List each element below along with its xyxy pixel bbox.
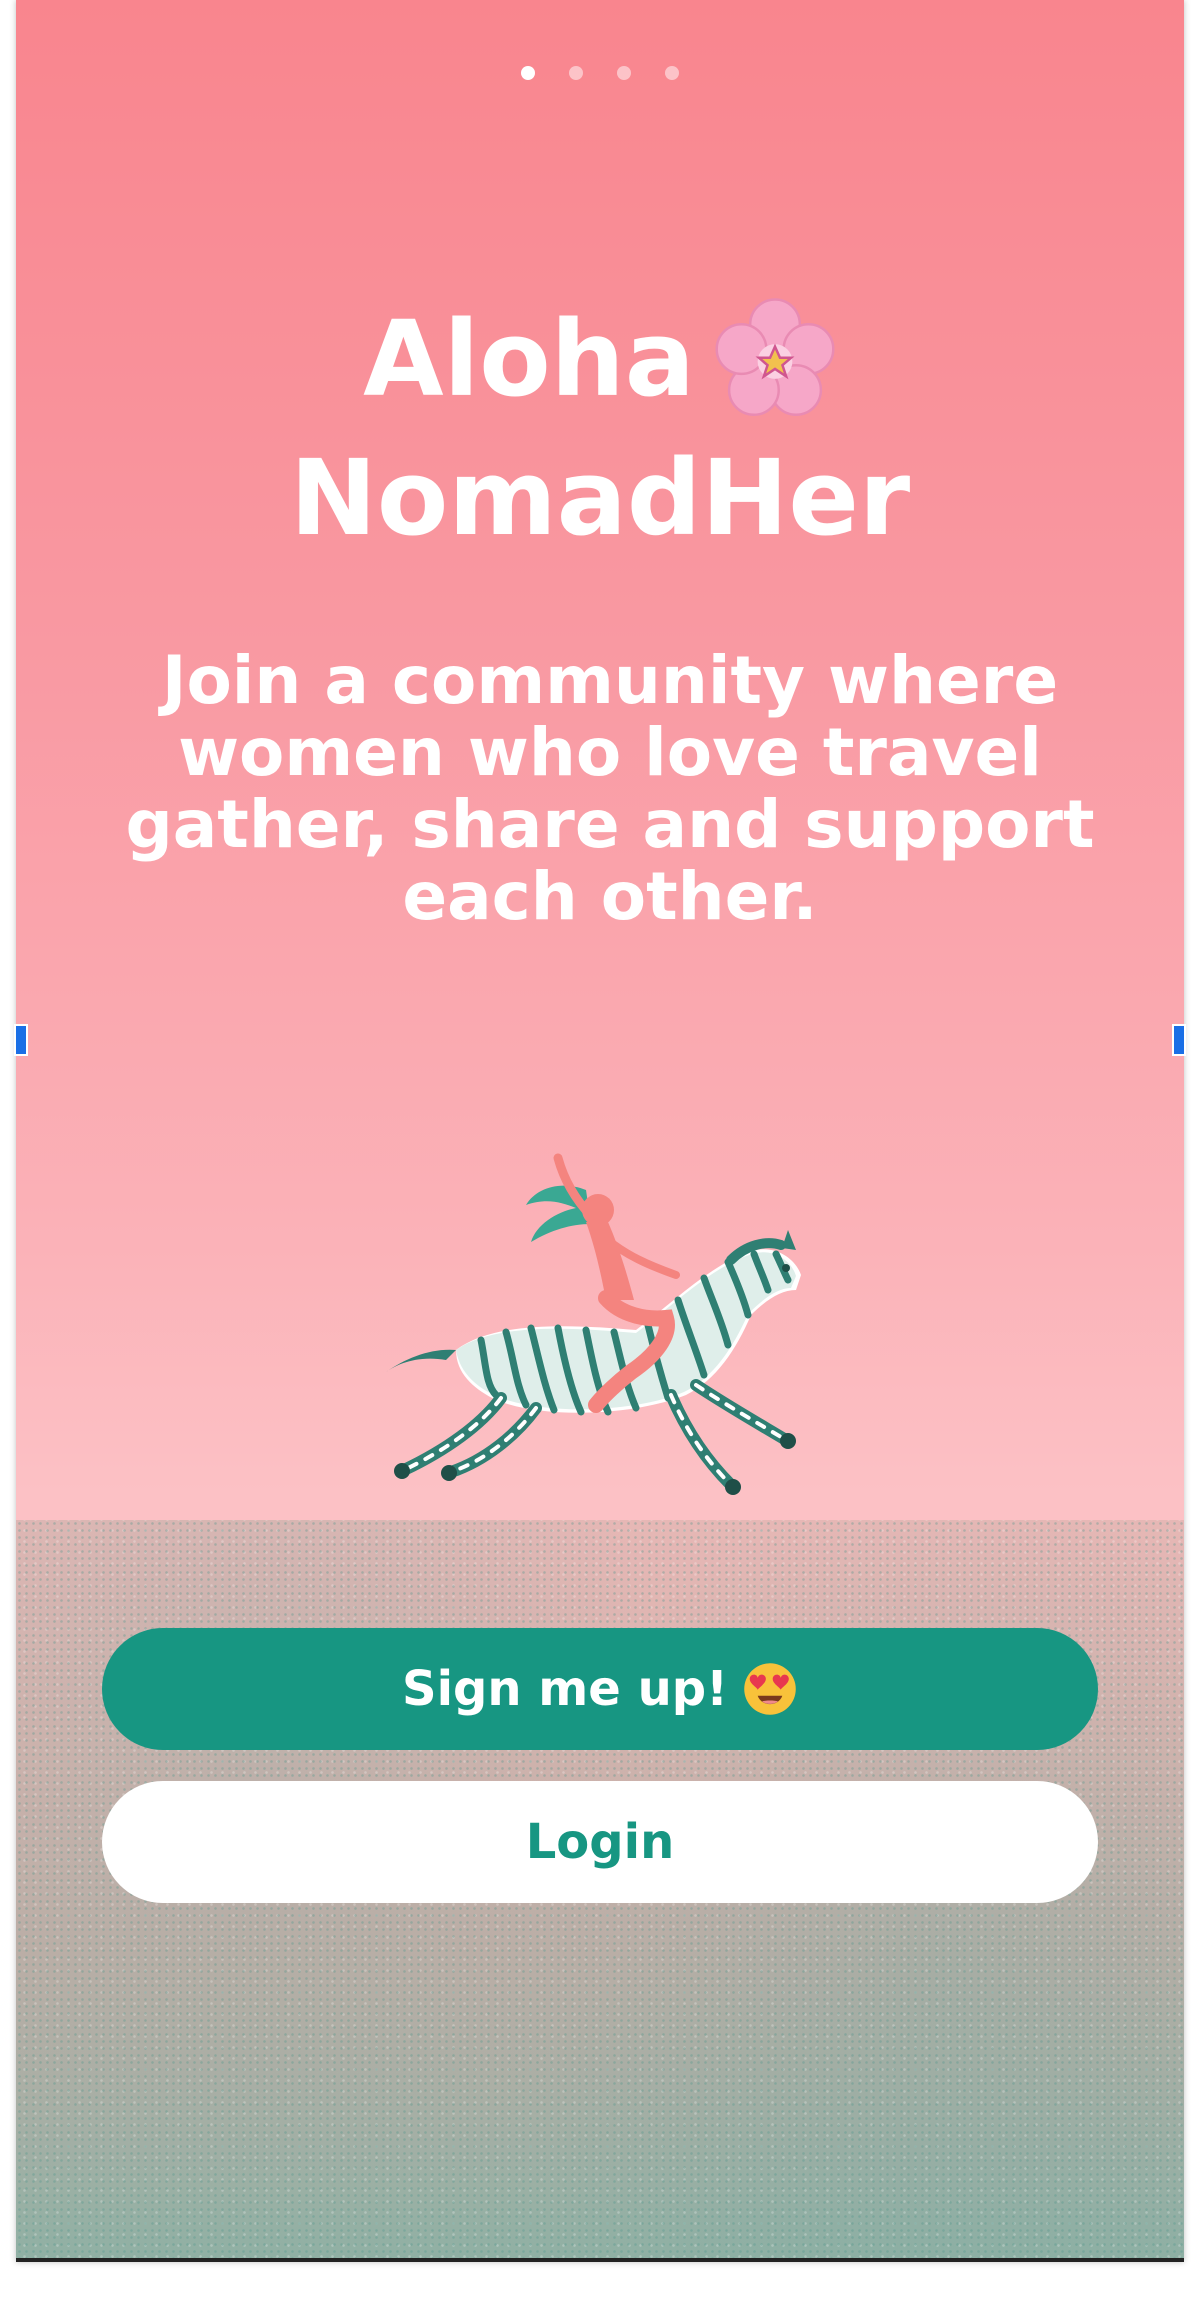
bottom-edge	[16, 2258, 1184, 2262]
title-line-1: Aloha	[16, 290, 1184, 429]
page-dot-4[interactable]	[665, 66, 679, 80]
page-title: Aloha NomadHer	[16, 290, 1184, 567]
heart-eyes-emoji-icon	[744, 1663, 796, 1715]
login-button[interactable]: Login	[102, 1781, 1098, 1903]
onboarding-screen: Aloha NomadHer Join a community where wo…	[16, 0, 1184, 2262]
page-dot-3[interactable]	[617, 66, 631, 80]
resize-handle-left[interactable]	[14, 1024, 28, 1056]
page-dot-2[interactable]	[569, 66, 583, 80]
resize-handle-right[interactable]	[1172, 1024, 1186, 1056]
woman-riding-zebra-illustration	[386, 1153, 801, 1495]
signup-button-label: Sign me up!	[402, 1661, 728, 1717]
page-indicator	[16, 66, 1184, 80]
tagline: Join a community where women who love tr…	[125, 642, 1095, 935]
signup-button[interactable]: Sign me up!	[102, 1628, 1098, 1750]
cherry-blossom-icon	[715, 297, 835, 416]
page-dot-1[interactable]	[521, 66, 535, 80]
login-button-label: Login	[525, 1814, 675, 1870]
title-word-aloha: Aloha	[363, 298, 695, 420]
title-word-nomadher: NomadHer	[289, 436, 911, 559]
